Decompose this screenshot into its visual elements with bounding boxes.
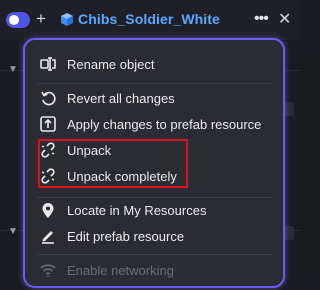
menu-separator [37, 83, 273, 84]
object-name[interactable]: Chibs_Soldier_White [78, 11, 220, 27]
edit-icon [39, 227, 57, 245]
apply-icon [39, 115, 57, 133]
menu-item-label: Locate in My Resources [67, 202, 207, 218]
context-menu: Rename object Revert all changes Apply c… [23, 38, 285, 288]
menu-item-label: Rename object [67, 56, 155, 72]
close-icon[interactable]: ✕ [278, 10, 291, 30]
menu-item-revert-all-changes[interactable]: Revert all changes [39, 86, 269, 110]
toggle-knob [9, 15, 19, 25]
menu-separator [37, 254, 273, 255]
revert-icon [39, 89, 57, 107]
menu-item-label: Apply changes to prefab resource [67, 116, 262, 132]
menu-item-rename-object[interactable]: Rename object [39, 52, 269, 76]
menu-item-label: Revert all changes [67, 90, 175, 106]
menu-item-locate-in-my-resources[interactable]: Locate in My Resources [39, 198, 269, 222]
menu-item-label: Enable networking [67, 262, 174, 278]
highlight-box [38, 139, 188, 188]
plus-icon[interactable]: + [36, 9, 46, 29]
menu-item-apply-changes-to-prefab-resource[interactable]: Apply changes to prefab resource [39, 112, 269, 136]
menu-item-edit-prefab-resource[interactable]: Edit prefab resource [39, 224, 269, 248]
menu-item-label: Edit prefab resource [67, 228, 185, 244]
chevron-down-icon: ▼ [8, 226, 18, 237]
ellipsis-icon[interactable]: ••• [254, 9, 269, 29]
visibility-toggle[interactable] [6, 12, 30, 28]
menu-item-enable-networking: Enable networking [39, 258, 269, 282]
location-pin-icon [39, 201, 57, 219]
wifi-icon [39, 261, 57, 279]
chevron-down-icon: ▼ [8, 64, 18, 75]
prefab-cube-icon [61, 13, 73, 26]
hierarchy-header: + Chibs_Soldier_White ••• ✕ [0, 0, 300, 40]
rename-icon [39, 55, 57, 73]
